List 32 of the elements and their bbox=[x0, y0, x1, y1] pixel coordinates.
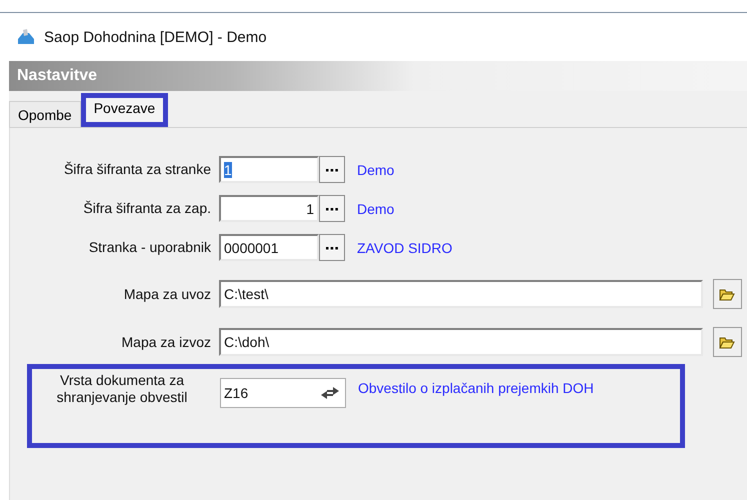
input-field[interactable]: 1 bbox=[219, 195, 319, 222]
linked-name: Demo bbox=[357, 200, 394, 216]
input-field[interactable]: C:\doh\ bbox=[219, 328, 703, 356]
input-field[interactable]: Z16 bbox=[220, 378, 346, 408]
linked-name: ZAVOD SIDRO bbox=[357, 240, 452, 256]
field-label: Stranka - uporabnik bbox=[88, 239, 211, 256]
field-label: Šifra šifranta za stranke bbox=[62, 161, 211, 178]
window-title: Saop Dohodnina [DEMO] - Demo bbox=[44, 28, 267, 46]
input-field[interactable]: 1 bbox=[219, 156, 319, 183]
folder-icon bbox=[719, 336, 736, 348]
ellipsis-icon bbox=[326, 206, 338, 210]
browse-button[interactable] bbox=[319, 195, 345, 222]
tab[interactable]: Opombe bbox=[9, 101, 81, 127]
linked-name: Demo bbox=[357, 162, 394, 178]
tab[interactable]: Povezave bbox=[80, 93, 168, 127]
folder-button[interactable] bbox=[712, 279, 742, 309]
field-label: Šifra šifranta za zap. bbox=[82, 200, 211, 217]
browse-button[interactable] bbox=[319, 156, 345, 183]
ellipsis-icon bbox=[326, 246, 338, 250]
app-icon bbox=[16, 27, 36, 47]
linked-name: Obvestilo o izplačanih prejemkih DOH bbox=[358, 380, 594, 396]
input-field[interactable]: C:\test\ bbox=[219, 280, 703, 308]
ellipsis-icon bbox=[326, 168, 338, 172]
field-label: Mapa za izvoz bbox=[120, 334, 211, 350]
folder-icon bbox=[719, 288, 736, 300]
field-label: Vrsta dokumenta za shranjevanje obvestil bbox=[56, 372, 188, 406]
input-field[interactable]: 0000001 bbox=[219, 234, 319, 261]
browse-button[interactable] bbox=[319, 234, 345, 261]
folder-button[interactable] bbox=[712, 327, 742, 357]
field-label: Mapa za uvoz bbox=[122, 286, 211, 302]
header-title: Nastavitve bbox=[17, 67, 98, 85]
swap-icon bbox=[319, 387, 341, 399]
